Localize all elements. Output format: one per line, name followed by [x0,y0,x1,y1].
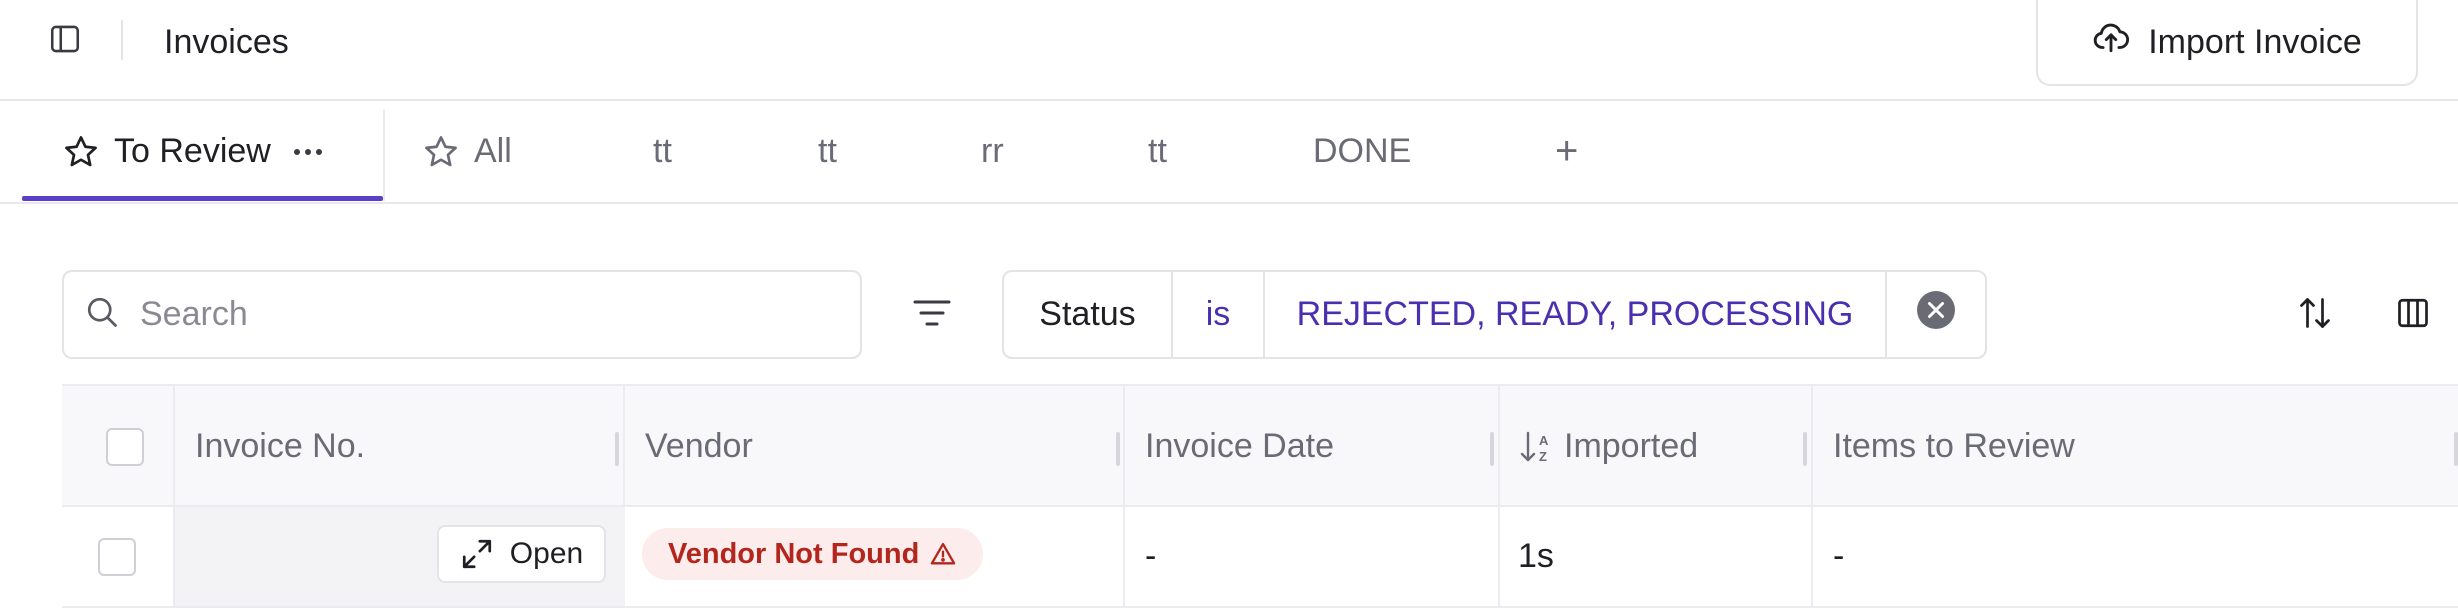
view-tabs: To Review All tt tt rr tt DONE + [0,101,2458,204]
invoices-table: Invoice No. Vendor Invoice Date A Z Impo… [62,384,2458,608]
filter-field[interactable]: Status [1004,272,1173,357]
column-resize-handle[interactable] [1116,432,1120,466]
svg-text:Z: Z [1539,449,1547,464]
tab-label: To Review [114,132,271,170]
plus-icon: + [1555,129,1579,173]
close-circle-icon [1916,290,1956,339]
column-header-items-to-review[interactable]: Items to Review [1833,386,2075,507]
page-title: Invoices [164,23,289,61]
imported-cell: 1s [1518,537,1554,575]
tab-label: tt [818,132,837,170]
select-all-cell [106,386,144,507]
filter-lines-icon [913,298,951,333]
expand-icon [460,537,494,571]
select-all-checkbox[interactable] [106,427,144,466]
columns-icon [2395,295,2431,336]
warning-triangle-icon [929,540,957,568]
row-checkbox[interactable] [98,537,136,576]
column-header-vendor[interactable]: Vendor [645,386,753,507]
tab-tt-2[interactable]: tt [818,101,837,202]
vendor-status-badge: Vendor Not Found [642,528,984,580]
sidebar-panel-icon [48,22,82,61]
active-tab-indicator [22,196,383,201]
search-input[interactable] [140,295,820,334]
tab-label: DONE [1313,132,1412,170]
status-filter-chip[interactable]: Status is REJECTED, READY, PROCESSING [1002,270,1987,359]
tab-divider [383,109,385,201]
column-header-invoice-no[interactable]: Invoice No. [195,386,365,507]
search-icon [84,294,120,335]
column-resize-handle[interactable] [615,432,619,466]
column-header-invoice-date[interactable]: Invoice Date [1145,386,1334,507]
svg-text:A: A [1539,433,1549,448]
filter-button[interactable] [904,290,960,340]
column-resize-handle[interactable] [1490,432,1494,466]
sort-button[interactable] [2290,290,2340,340]
more-horizontal-icon[interactable] [293,147,323,157]
column-header-imported[interactable]: A Z Imported [1520,386,1698,507]
remove-filter-button[interactable] [1887,272,1985,357]
table-row[interactable]: Open Vendor Not Found - 1s - [62,507,2458,608]
tab-tt-1[interactable]: tt [653,101,672,202]
sidebar-toggle-button[interactable] [46,22,84,60]
column-resize-handle[interactable] [1803,432,1807,466]
tab-label: All [474,132,512,170]
header-divider [121,20,123,60]
column-resize-handle[interactable] [2454,432,2458,466]
star-outline-icon [62,133,100,171]
cloud-upload-icon [2092,19,2130,66]
items-to-review-cell: - [1833,537,1845,575]
columns-button[interactable] [2388,290,2438,340]
open-row-button[interactable]: Open [437,525,606,583]
tab-label: tt [1148,132,1167,170]
table-header: Invoice No. Vendor Invoice Date A Z Impo… [62,384,2458,507]
tab-label: rr [981,132,1004,170]
row-select-cell [98,507,136,606]
add-tab-button[interactable]: + [1555,101,1578,202]
filter-value[interactable]: REJECTED, READY, PROCESSING [1265,272,1887,357]
open-label: Open [509,537,584,570]
tab-label: tt [653,132,672,170]
search-box[interactable] [62,270,862,359]
star-outline-icon [422,133,460,171]
tab-rr[interactable]: rr [981,101,1004,202]
import-invoice-label: Import Invoice [2148,22,2362,61]
tab-done[interactable]: DONE [1313,101,1411,202]
sort-arrows-icon [2297,295,2333,336]
tab-tt-3[interactable]: tt [1148,101,1167,202]
import-invoice-button[interactable]: Import Invoice [2036,0,2418,86]
filter-operator[interactable]: is [1173,272,1265,357]
sort-az-icon: A Z [1520,429,1554,465]
vendor-status-text: Vendor Not Found [668,537,920,570]
tab-to-review[interactable]: To Review [62,101,323,202]
tab-all[interactable]: All [422,101,512,202]
invoice-date-cell: - [1145,537,1157,575]
app-header: Invoices Import Invoice [0,0,2458,101]
